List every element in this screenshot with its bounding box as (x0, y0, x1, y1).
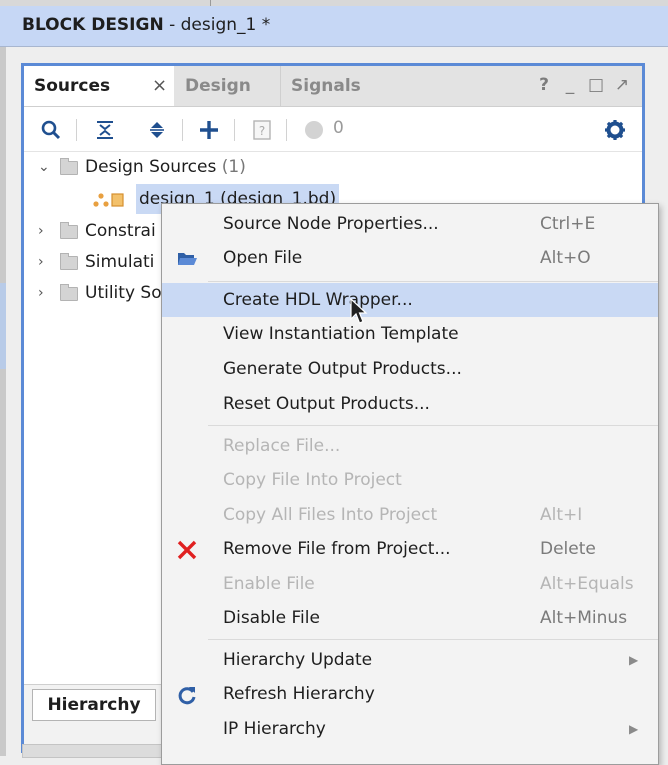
remove-x-icon (177, 540, 197, 560)
menu-item-label: Remove File from Project... (223, 539, 451, 559)
folder-icon (60, 284, 78, 301)
float-icon[interactable]: ↗ (612, 75, 632, 95)
status-circle-icon (305, 121, 323, 139)
tab-signals[interactable]: Signals (281, 66, 391, 106)
menu-item-label: IP Hierarchy (223, 719, 326, 739)
block-design-titlebar: BLOCK DESIGN - design_1 * (0, 6, 668, 47)
menu-item-shortcut: Alt+Equals (540, 574, 634, 594)
tab-sources-label: Sources (34, 76, 111, 96)
menu-separator (208, 425, 658, 426)
tab-hierarchy[interactable]: Hierarchy (32, 689, 156, 721)
menu-item-label: Refresh Hierarchy (223, 684, 375, 704)
menu-item-label: Enable File (223, 574, 315, 594)
menu-item-label: Create HDL Wrapper... (223, 290, 413, 310)
menu-item-label: Copy File Into Project (223, 470, 402, 490)
context-menu: Source Node Properties... Ctrl+E Open Fi… (161, 203, 659, 765)
menu-item-refresh-hierarchy[interactable]: Refresh Hierarchy (162, 677, 658, 711)
source-file-properties-icon[interactable]: ? (251, 119, 273, 141)
svg-text:?: ? (259, 124, 265, 138)
sources-toolbar: ? 0 (24, 107, 642, 152)
menu-item-remove-file-from-project[interactable]: Remove File from Project... Delete (162, 532, 658, 566)
refresh-icon (178, 687, 196, 705)
title-bold: BLOCK DESIGN (22, 15, 164, 35)
panel-tabbar: Sources × Design Signals ? _ □ ↗ (24, 66, 642, 107)
menu-item-enable-file[interactable]: Enable File Alt+Equals (162, 567, 658, 601)
maximize-icon[interactable]: □ (586, 75, 606, 95)
expand-all-icon[interactable] (146, 119, 168, 141)
close-tab-icon[interactable]: × (152, 66, 167, 106)
menu-item-label: Reset Output Products... (223, 394, 430, 414)
submenu-arrow-icon: ▶ (629, 722, 639, 736)
tree-label-simulation: Simulati (85, 252, 155, 272)
menu-item-label: View Instantiation Template (223, 324, 459, 344)
tab-sources[interactable]: Sources × (24, 66, 174, 106)
chevron-right-icon[interactable]: › (38, 278, 52, 308)
mouse-cursor-icon (350, 298, 368, 324)
gear-icon[interactable] (604, 119, 626, 141)
tab-signals-label: Signals (291, 76, 361, 96)
menu-item-hierarchy-update[interactable]: Hierarchy Update ▶ (162, 643, 658, 677)
folder-icon (60, 253, 78, 270)
left-strip-highlight (0, 283, 6, 369)
title-rest: - design_1 * (163, 15, 271, 35)
folder-icon (60, 158, 78, 175)
toolbar-separator (234, 119, 235, 141)
menu-item-label: Source Node Properties... (223, 214, 439, 234)
submenu-arrow-icon: ▶ (629, 653, 639, 667)
menu-item-shortcut: Alt+I (540, 505, 583, 525)
tree-label-constraints: Constrai (85, 221, 156, 241)
collapse-all-icon[interactable] (94, 119, 116, 141)
menu-item-label: Disable File (223, 608, 320, 628)
menu-item-open-file[interactable]: Open File Alt+O (162, 241, 658, 275)
page-title: BLOCK DESIGN - design_1 * (22, 15, 270, 35)
menu-separator (208, 639, 658, 640)
toolbar-separator (76, 119, 77, 141)
menu-item-view-instantiation-template[interactable]: View Instantiation Template (162, 317, 658, 351)
menu-item-shortcut: Ctrl+E (540, 214, 596, 234)
folder-open-icon (178, 253, 197, 265)
tab-design[interactable]: Design (175, 66, 281, 106)
chevron-down-icon[interactable]: ⌄ (38, 152, 52, 182)
tree-count: (1) (221, 157, 246, 177)
menu-item-copy-file-into-project[interactable]: Copy File Into Project (162, 463, 658, 497)
menu-separator (208, 281, 658, 282)
status-count: 0 (333, 118, 344, 138)
menu-item-shortcut: Alt+Minus (540, 608, 628, 628)
menu-item-create-hdl-wrapper[interactable]: Create HDL Wrapper... (162, 283, 658, 317)
toolbar-separator (182, 119, 183, 141)
menu-item-label: Generate Output Products... (223, 359, 462, 379)
menu-item-reset-output-products[interactable]: Reset Output Products... (162, 387, 658, 421)
menu-item-label: Replace File... (223, 436, 341, 456)
menu-item-label: Open File (223, 248, 303, 268)
minimize-icon[interactable]: _ (560, 75, 580, 95)
left-strip (0, 47, 6, 756)
chevron-right-icon[interactable]: › (38, 247, 52, 277)
tree-label-utility: Utility So (85, 283, 162, 303)
menu-item-label: Hierarchy Update (223, 650, 373, 670)
toolbar-separator (286, 119, 287, 141)
tree-label-design-sources: Design Sources (85, 157, 217, 177)
search-icon[interactable] (40, 119, 62, 141)
menu-item-label: Copy All Files Into Project (223, 505, 438, 525)
menu-item-source-node-properties[interactable]: Source Node Properties... Ctrl+E (162, 207, 658, 241)
chevron-right-icon[interactable]: › (38, 216, 52, 246)
add-sources-icon[interactable] (198, 119, 220, 141)
menu-item-disable-file[interactable]: Disable File Alt+Minus (162, 601, 658, 635)
help-icon[interactable]: ? (534, 75, 554, 95)
menu-item-replace-file[interactable]: Replace File... (162, 429, 658, 463)
menu-item-ip-hierarchy[interactable]: IP Hierarchy ▶ (162, 712, 658, 746)
menu-item-shortcut: Delete (540, 539, 596, 559)
menu-item-copy-all-files-into-project[interactable]: Copy All Files Into Project Alt+I (162, 498, 658, 532)
tab-design-label: Design (185, 76, 251, 96)
folder-icon (60, 222, 78, 239)
menu-item-generate-output-products[interactable]: Generate Output Products... (162, 352, 658, 386)
menu-item-shortcut: Alt+O (540, 248, 591, 268)
block-design-icon (93, 193, 124, 207)
